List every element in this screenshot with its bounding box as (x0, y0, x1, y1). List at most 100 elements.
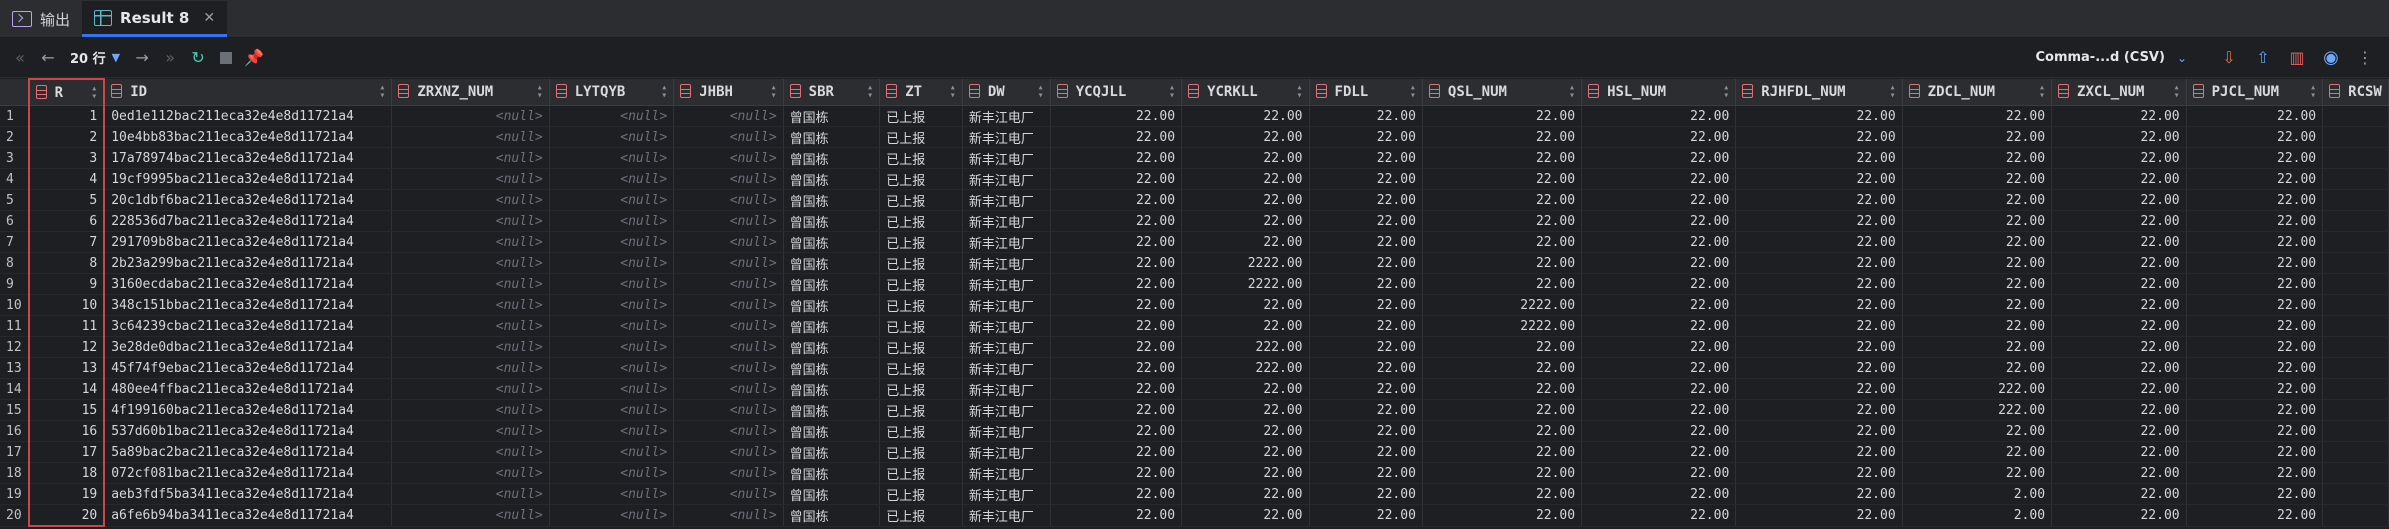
cell-dw[interactable]: 新丰江电厂 (962, 336, 1051, 358)
cell-hsl-num[interactable]: 22.00 (1581, 252, 1737, 274)
cell-zt[interactable]: 已上报 (879, 483, 963, 505)
cell-qsl-num[interactable]: 22.00 (1422, 126, 1583, 148)
table-row[interactable]: 15 15 4f199160bac211eca32e4e8d11721a4 <null… (0, 399, 2389, 421)
cell-qsl-num[interactable]: 22.00 (1422, 168, 1583, 190)
cell-r[interactable]: 19 (27, 483, 106, 505)
cell-zrxnz-num[interactable]: <null> (391, 252, 550, 274)
cell-zrxnz-num[interactable]: <null> (391, 231, 550, 253)
cell-zdcl-num[interactable]: 222.00 (1902, 399, 2053, 421)
cell-r[interactable]: 20 (27, 504, 106, 527)
cell-jhbh[interactable]: <null> (673, 147, 784, 169)
cell-rjhfdl-num[interactable]: 22.00 (1735, 294, 1903, 316)
cell-zxcl-num[interactable]: 22.00 (2051, 462, 2187, 484)
sort-icon[interactable]: ▴ ▾ (379, 83, 385, 101)
column-header-rcsw[interactable]: RCSW (2322, 79, 2389, 106)
cell-r[interactable]: 10 (27, 294, 106, 316)
sort-icon[interactable]: ▴ ▾ (537, 83, 543, 101)
row-number[interactable]: 10 (0, 294, 30, 316)
cell-lytqyb[interactable]: <null> (549, 420, 675, 442)
column-header-dw[interactable]: DW ▴ ▾ (962, 79, 1051, 106)
cell-rcsw[interactable] (2322, 210, 2389, 232)
cell-ycqjll[interactable]: 22.00 (1050, 315, 1183, 337)
cell-ycqjll[interactable]: 22.00 (1050, 126, 1183, 148)
cell-hsl-num[interactable]: 22.00 (1581, 315, 1737, 337)
compare-icon[interactable]: ▥ (2283, 44, 2311, 72)
column-header-hsl-num[interactable]: HSL_NUM ▴ ▾ (1581, 79, 1737, 106)
cell-zrxnz-num[interactable]: <null> (391, 378, 550, 400)
row-number[interactable]: 4 (0, 168, 30, 190)
cell-zt[interactable]: 已上报 (879, 441, 963, 463)
cell-id[interactable]: 0ed1e112bac211eca32e4e8d11721a4 (104, 105, 393, 127)
cell-jhbh[interactable]: <null> (673, 315, 784, 337)
cell-qsl-num[interactable]: 22.00 (1422, 231, 1583, 253)
cell-sbr[interactable]: 曾国栋 (783, 504, 881, 527)
cell-ycrkll[interactable]: 222.00 (1181, 357, 1310, 379)
cell-r[interactable]: 1 (27, 105, 106, 127)
cell-rcsw[interactable] (2322, 105, 2389, 127)
cell-sbr[interactable]: 曾国栋 (783, 399, 881, 421)
import-upload-icon[interactable]: ⇧ (2249, 44, 2277, 72)
table-row[interactable]: 3 3 17a78974bac211eca32e4e8d11721a4 <null> <… (0, 147, 2389, 169)
stop-button[interactable] (212, 44, 240, 72)
cell-fdll[interactable]: 22.00 (1309, 504, 1423, 527)
cell-hsl-num[interactable]: 22.00 (1581, 420, 1737, 442)
cell-id[interactable]: 20c1dbf6bac211eca32e4e8d11721a4 (104, 189, 393, 211)
cell-ycrkll[interactable]: 22.00 (1181, 483, 1310, 505)
table-row[interactable]: 12 12 3e28de0dbac211eca32e4e8d11721a4 <null… (0, 336, 2389, 358)
cell-dw[interactable]: 新丰江电厂 (962, 357, 1051, 379)
cell-zxcl-num[interactable]: 22.00 (2051, 441, 2187, 463)
cell-zdcl-num[interactable]: 22.00 (1902, 168, 2053, 190)
cell-rjhfdl-num[interactable]: 22.00 (1735, 273, 1903, 295)
cell-hsl-num[interactable]: 22.00 (1581, 210, 1737, 232)
cell-dw[interactable]: 新丰江电厂 (962, 231, 1051, 253)
cell-dw[interactable]: 新丰江电厂 (962, 441, 1051, 463)
cell-sbr[interactable]: 曾国栋 (783, 357, 881, 379)
cell-zdcl-num[interactable]: 22.00 (1902, 336, 2053, 358)
cell-rcsw[interactable] (2322, 126, 2389, 148)
cell-zt[interactable]: 已上报 (879, 210, 963, 232)
cell-rjhfdl-num[interactable]: 22.00 (1735, 189, 1903, 211)
cell-ycqjll[interactable]: 22.00 (1050, 420, 1183, 442)
cell-zxcl-num[interactable]: 22.00 (2051, 252, 2187, 274)
cell-ycqjll[interactable]: 22.00 (1050, 252, 1183, 274)
cell-lytqyb[interactable]: <null> (549, 126, 675, 148)
cell-hsl-num[interactable]: 22.00 (1581, 231, 1737, 253)
cell-qsl-num[interactable]: 22.00 (1422, 147, 1583, 169)
table-row[interactable]: 11 11 3c64239cbac211eca32e4e8d11721a4 <null… (0, 315, 2389, 337)
cell-pjcl-num[interactable]: 22.00 (2186, 210, 2324, 232)
cell-zrxnz-num[interactable]: <null> (391, 357, 550, 379)
cell-zdcl-num[interactable]: 22.00 (1902, 126, 2053, 148)
cell-zrxnz-num[interactable]: <null> (391, 126, 550, 148)
cell-lytqyb[interactable]: <null> (549, 357, 675, 379)
cell-zrxnz-num[interactable]: <null> (391, 420, 550, 442)
row-number[interactable]: 11 (0, 315, 30, 337)
cell-id[interactable]: 291709b8bac211eca32e4e8d11721a4 (104, 231, 393, 253)
column-header-lytqyb[interactable]: LYTQYB ▴ ▾ (549, 79, 675, 106)
cell-rjhfdl-num[interactable]: 22.00 (1735, 483, 1903, 505)
cell-sbr[interactable]: 曾国栋 (783, 378, 881, 400)
cell-lytqyb[interactable]: <null> (549, 273, 675, 295)
tab-output[interactable]: 输出 (0, 1, 82, 37)
cell-ycrkll[interactable]: 22.00 (1181, 441, 1310, 463)
cell-jhbh[interactable]: <null> (673, 483, 784, 505)
cell-jhbh[interactable]: <null> (673, 210, 784, 232)
cell-rjhfdl-num[interactable]: 22.00 (1735, 462, 1903, 484)
row-number[interactable]: 12 (0, 336, 30, 358)
cell-rcsw[interactable] (2322, 336, 2389, 358)
cell-zrxnz-num[interactable]: <null> (391, 168, 550, 190)
cell-zt[interactable]: 已上报 (879, 504, 963, 527)
cell-zdcl-num[interactable]: 22.00 (1902, 420, 2053, 442)
cell-ycqjll[interactable]: 22.00 (1050, 273, 1183, 295)
cell-jhbh[interactable]: <null> (673, 378, 784, 400)
cell-ycrkll[interactable]: 22.00 (1181, 462, 1310, 484)
row-number[interactable]: 6 (0, 210, 30, 232)
cell-lytqyb[interactable]: <null> (549, 399, 675, 421)
cell-zdcl-num[interactable]: 22.00 (1902, 105, 2053, 127)
row-number[interactable]: 19 (0, 483, 30, 505)
cell-jhbh[interactable]: <null> (673, 420, 784, 442)
cell-rcsw[interactable] (2322, 315, 2389, 337)
cell-r[interactable]: 4 (27, 168, 106, 190)
table-row[interactable]: 8 8 2b23a299bac211eca32e4e8d11721a4 <null> <… (0, 252, 2389, 274)
cell-rcsw[interactable] (2322, 273, 2389, 295)
table-row[interactable]: 6 6 228536d7bac211eca32e4e8d11721a4 <null> <… (0, 210, 2389, 232)
